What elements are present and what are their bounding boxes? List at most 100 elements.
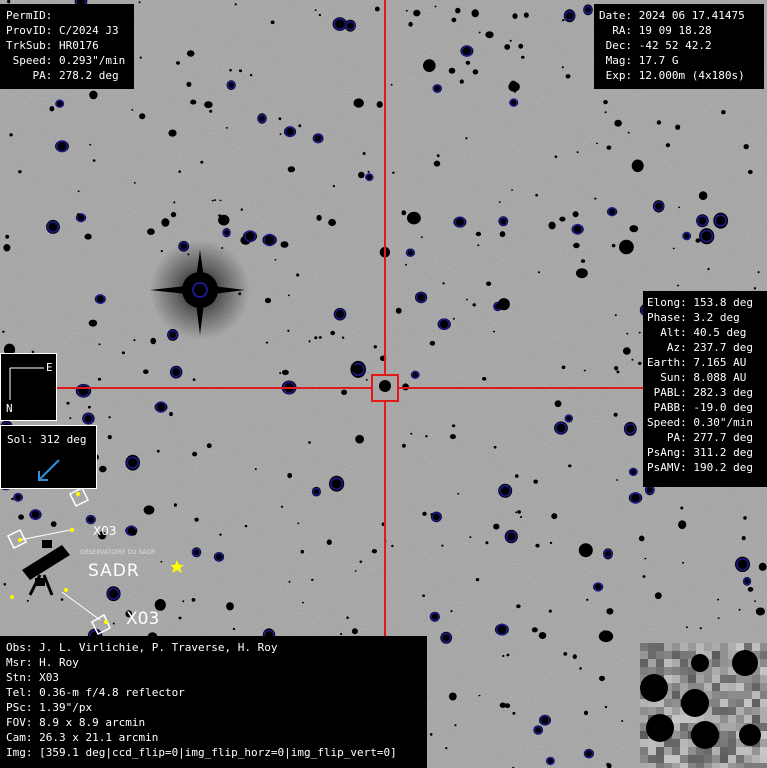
info-row: Az: 237.7 deg [647,341,753,354]
star [758,562,767,571]
star [743,144,749,150]
star [422,511,427,516]
thumbnail-star [640,674,668,702]
star [131,109,134,111]
info-row: Phase: 3.2 deg [647,311,740,324]
star [3,583,7,586]
star [482,377,487,381]
star [367,170,370,173]
star [308,340,311,343]
star [531,627,538,633]
compass-indicator: E N [0,353,57,421]
star [351,628,358,635]
star [604,111,607,114]
info-row: Exp: 12.000m (4x180s) [599,69,745,82]
thumbnail-star [691,721,719,749]
star [454,724,457,727]
station-code-large: X03 [126,609,160,629]
star [176,61,180,65]
star [515,474,519,478]
info-row: Mag: 17.7 G [599,54,679,67]
star [520,515,523,519]
star [452,317,455,320]
star [583,369,586,372]
star [405,263,407,266]
info-row: Obs: J. L. Virlichie, P. Traverse, H. Ro… [6,641,278,654]
star [441,544,444,547]
star [200,160,204,164]
star [274,259,277,261]
star [707,267,710,271]
star [365,379,368,381]
star [644,557,647,560]
star [318,13,322,17]
star [314,336,318,340]
star [606,145,612,150]
star [747,169,753,175]
star [685,626,688,629]
star [680,506,684,510]
star [485,31,494,39]
star [351,364,362,374]
info-row: Elong: 153.8 deg [647,296,753,309]
star [753,287,757,290]
star [596,142,598,145]
star [204,101,213,109]
star [219,533,222,536]
info-row: Cam: 26.3 x 21.1 arcmin [6,731,159,744]
thumbnail-star [732,650,758,676]
star [288,169,292,173]
info-row: TrkSub: HR0176 [6,39,99,52]
star [747,587,754,592]
star [672,247,675,250]
info-row: PABL: 282.3 deg [647,386,753,399]
star [614,366,619,371]
star [465,298,468,301]
target-object [379,380,391,392]
star [455,7,461,14]
star [757,271,760,274]
star [717,617,720,619]
star [554,155,558,158]
star [170,211,177,218]
star [297,522,300,525]
star [478,694,481,697]
info-row: Sun: 8.088 AU [647,371,747,384]
star [279,372,282,375]
star [603,100,608,105]
star [563,652,568,656]
star [287,329,290,332]
star [457,492,460,495]
star [300,549,305,554]
star [318,336,322,339]
star [420,236,423,239]
star [264,297,272,304]
star [186,81,192,87]
star [561,66,564,69]
star [244,524,248,528]
star [402,443,406,448]
star [430,513,434,516]
star [11,497,14,501]
star [442,282,445,285]
info-row: Earth: 7.165 AU [647,356,747,369]
star [631,358,634,361]
star [326,539,332,545]
star [576,151,579,154]
star [621,720,624,722]
star [477,244,480,247]
observer-info-panel: Obs: J. L. Virlichie, P. Traverse, H. Ro… [0,636,427,768]
star [642,575,646,578]
sun-angle-label: Sol: 312 deg [7,433,87,446]
star [138,1,141,4]
star [219,199,222,202]
star [69,417,72,420]
info-row: PsAMV: 190.2 deg [647,461,753,474]
star [5,234,10,239]
star [580,259,586,263]
star [717,598,720,601]
star [286,388,289,391]
star [533,479,538,484]
star [254,468,257,471]
star [87,405,91,409]
